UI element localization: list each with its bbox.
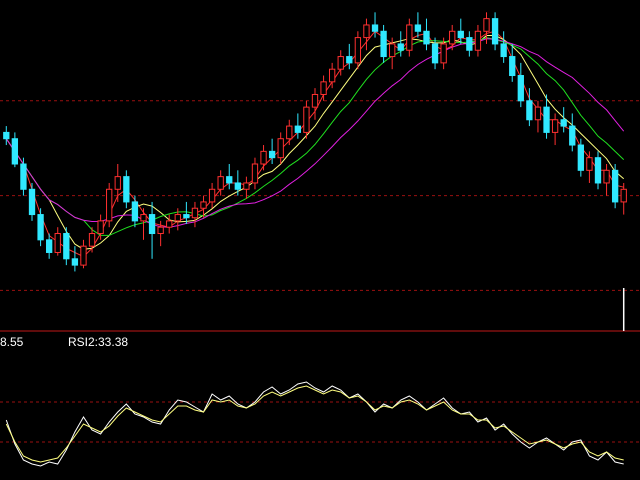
candle-body-down: [131, 201, 139, 222]
candle-body-up: [449, 30, 456, 45]
candle-body-down: [3, 131, 10, 140]
candle-body-down: [46, 239, 53, 253]
candle-body-down: [509, 56, 516, 77]
candle-body-down: [466, 37, 473, 51]
candle-body-down: [500, 43, 507, 58]
candle-body-up: [354, 37, 362, 64]
candle-body-down: [594, 157, 602, 184]
candle-body-up: [200, 201, 207, 209]
candle-body-up: [166, 220, 173, 228]
candle-body-up: [620, 188, 627, 203]
candle-body-up: [389, 43, 396, 58]
candle-body-down: [560, 119, 567, 127]
candle-body-down: [11, 138, 19, 165]
candle-body-up: [586, 157, 593, 171]
candle-body-down: [371, 24, 379, 32]
candle-body-up: [217, 176, 224, 190]
candle-body-up: [251, 163, 259, 184]
candle-body-down: [346, 56, 353, 64]
candle-body-down: [414, 24, 422, 32]
candle-body-down: [63, 233, 70, 260]
candle-body-down: [431, 43, 439, 64]
candle-body-up: [97, 220, 104, 235]
candle-body-down: [611, 169, 619, 203]
candle-body-up: [191, 207, 199, 219]
candle-body-down: [526, 100, 533, 121]
candle-body-down: [457, 30, 464, 39]
rsi-secondary-line: [5, 385, 624, 463]
candle-body-up: [328, 68, 336, 83]
candle-body-up: [483, 18, 490, 32]
indicator-value-label: 8.55: [0, 335, 24, 349]
candle-body-down: [226, 176, 233, 184]
candle-body-up: [474, 30, 482, 51]
candle-body-down: [294, 125, 302, 133]
candle-body-down: [517, 75, 524, 102]
candle-body-up: [106, 188, 113, 222]
candle-body-down: [20, 163, 27, 190]
candle-body-up: [243, 182, 250, 190]
candle-body-up: [337, 56, 344, 70]
candle-body-down: [183, 214, 190, 219]
rsi-label: RSI2:33.38: [68, 335, 129, 349]
candle-body-up: [54, 233, 61, 253]
candle-body-down: [234, 182, 241, 190]
candle-body-up: [311, 93, 319, 108]
candle-body-up: [114, 176, 121, 190]
candle-body-up: [534, 106, 542, 121]
candle-body-up: [140, 214, 147, 222]
candle-body-up: [277, 138, 284, 159]
candle-body-up: [363, 24, 370, 39]
candle-body-up: [174, 214, 181, 222]
candle-body-down: [268, 150, 276, 159]
candle-body-up: [603, 169, 610, 184]
candle-body-up: [286, 125, 293, 140]
candle-body-down: [543, 106, 550, 133]
rsi-lines: [5, 381, 624, 467]
candle-body-up: [208, 188, 216, 203]
candle-body-up: [260, 150, 267, 165]
candle-body-down: [380, 30, 387, 58]
ma-long-line: [5, 37, 625, 236]
candle-body-up: [157, 226, 164, 235]
ma-longest-line: [5, 38, 625, 228]
candle-body-up: [440, 43, 447, 64]
candle-body-down: [569, 125, 576, 146]
candle-body-up: [406, 24, 413, 51]
stock-chart-window: 8.55 RSI2:33.38: [0, 0, 640, 480]
candle-body-down: [148, 214, 156, 235]
candle-body-up: [320, 81, 327, 95]
candle-body-down: [397, 43, 404, 51]
candle-body-down: [491, 18, 499, 45]
candle-body-up: [303, 106, 310, 133]
candle-body-down: [71, 258, 79, 266]
candle-body-down: [37, 214, 44, 241]
candlestick-chart: [0, 12, 640, 467]
candle-body-up: [551, 119, 559, 133]
candle-body-down: [123, 176, 130, 203]
rsi-primary-line: [5, 381, 624, 467]
candle-body-down: [28, 188, 36, 216]
candle-body-up: [80, 245, 87, 266]
candle-body-down: [423, 30, 430, 45]
ma-mid-line: [5, 35, 625, 250]
candle-body-down: [577, 144, 584, 171]
candle-body-up: [88, 233, 96, 247]
